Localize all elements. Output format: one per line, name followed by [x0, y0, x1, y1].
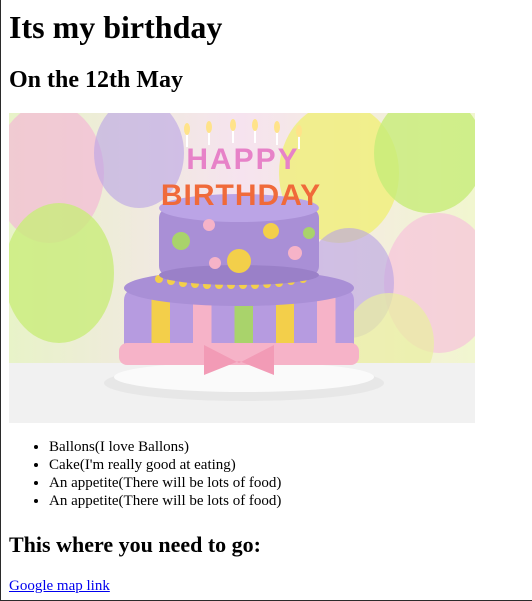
list-item: Cake(I'm really good at eating): [49, 456, 281, 474]
directions-heading: This where you need to go:: [9, 532, 261, 557]
list-item: Ballons(I love Ballons): [49, 438, 281, 456]
page-title: Its my birthday: [9, 9, 223, 45]
google-map-link[interactable]: Google map link: [9, 577, 110, 595]
birthday-cake-image: HAPPY BIRTHDAY: [9, 113, 475, 423]
page-subtitle: On the 12th May: [9, 67, 183, 93]
page: { "page": { "heading": "Its my birthday"…: [0, 0, 532, 601]
items-list: Ballons(I love Ballons) Cake(I'm really …: [9, 438, 281, 510]
happy-candle-letters: HAPPY: [186, 143, 299, 176]
list-item: An appetite(There will be lots of food): [49, 474, 281, 492]
list-item: An appetite(There will be lots of food): [49, 492, 281, 510]
birthday-candle-letters: BIRTHDAY: [161, 179, 321, 212]
